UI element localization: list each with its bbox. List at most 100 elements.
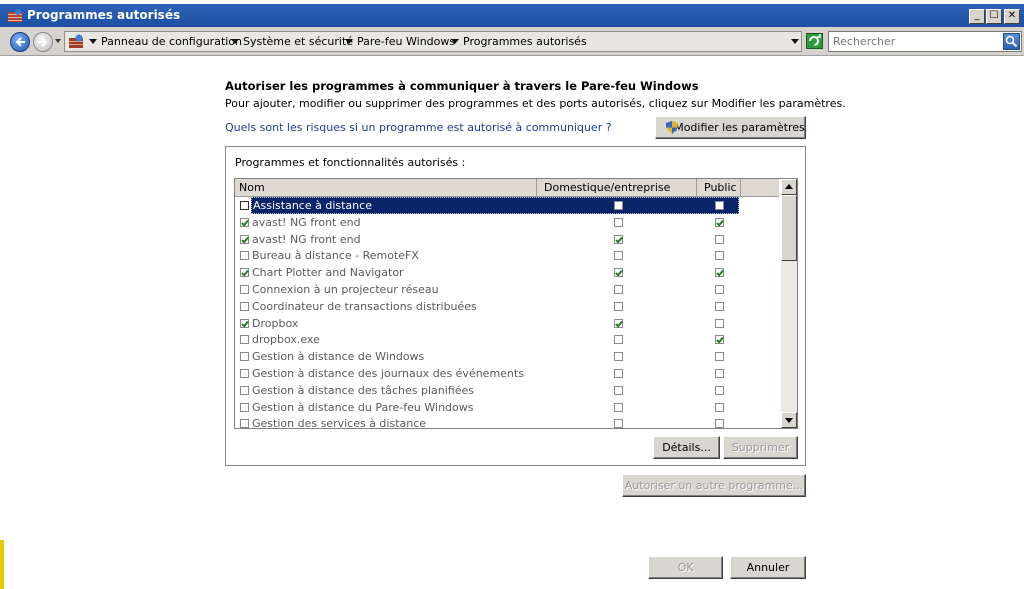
public-checkbox[interactable] xyxy=(715,217,724,227)
column-private-header[interactable]: Domestique/entreprise (privé) xyxy=(537,179,697,211)
forward-button[interactable] xyxy=(33,32,53,52)
public-checkbox[interactable] xyxy=(715,301,724,311)
address-dropdown-icon[interactable] xyxy=(791,39,799,44)
program-enabled-checkbox[interactable] xyxy=(240,217,249,227)
breadcrumb: Panneau de configuration Système et sécu… xyxy=(64,31,802,52)
program-enabled-checkbox[interactable] xyxy=(240,419,249,428)
public-checkbox[interactable] xyxy=(715,352,724,362)
search-input[interactable] xyxy=(833,34,993,49)
page-description: Pour ajouter, modifier ou supprimer des … xyxy=(225,97,846,110)
private-checkbox[interactable] xyxy=(614,419,623,428)
programs-list: Nom Domestique/entreprise (privé) Public… xyxy=(234,178,798,429)
modify-settings-button[interactable]: Modifier les paramètres xyxy=(655,116,806,139)
private-checkbox[interactable] xyxy=(614,369,623,378)
private-checkbox[interactable] xyxy=(614,385,623,395)
arrow-right-icon xyxy=(38,37,48,47)
private-checkbox[interactable] xyxy=(614,301,623,311)
search-button[interactable] xyxy=(1003,33,1020,50)
program-row[interactable]: Gestion à distance des journaux des évén… xyxy=(235,365,781,382)
private-checkbox[interactable] xyxy=(614,285,623,294)
private-checkbox[interactable] xyxy=(614,201,623,210)
program-row[interactable]: avast! NG front end xyxy=(235,214,781,231)
column-name-header[interactable]: Nom xyxy=(235,179,537,197)
program-row[interactable]: Assistance à distance xyxy=(235,197,781,214)
program-enabled-checkbox[interactable] xyxy=(240,335,249,345)
breadcrumb-firewall[interactable]: Pare-feu Windows xyxy=(357,35,455,48)
scroll-thumb[interactable] xyxy=(781,195,797,261)
public-checkbox[interactable] xyxy=(715,234,724,244)
breadcrumb-arrow-icon[interactable] xyxy=(89,39,97,44)
column-public-header[interactable]: Public xyxy=(697,179,741,197)
breadcrumb-control-panel[interactable]: Panneau de configuration xyxy=(101,35,242,48)
program-enabled-checkbox[interactable] xyxy=(240,402,249,412)
program-row[interactable]: Coordinateur de transactions distribuées xyxy=(235,298,781,315)
private-checkbox[interactable] xyxy=(614,352,623,362)
breadcrumb-arrow-icon[interactable] xyxy=(345,39,353,44)
private-checkbox[interactable] xyxy=(614,251,623,261)
program-enabled-checkbox[interactable] xyxy=(240,318,249,328)
program-name: Chart Plotter and Navigator xyxy=(252,266,404,280)
close-button[interactable]: ✕ xyxy=(1004,9,1020,24)
allow-other-program-button[interactable]: Autoriser un autre programme... xyxy=(622,474,806,497)
back-button[interactable] xyxy=(10,32,30,52)
public-checkbox[interactable] xyxy=(715,335,724,345)
program-row[interactable]: Connexion à un projecteur réseau xyxy=(235,281,781,298)
private-checkbox[interactable] xyxy=(614,217,623,227)
public-checkbox[interactable] xyxy=(715,402,724,412)
address-bar: Panneau de configuration Système et sécu… xyxy=(0,27,1024,56)
public-checkbox[interactable] xyxy=(715,201,724,210)
maximize-button[interactable]: ☐ xyxy=(986,9,1002,24)
program-row[interactable]: dropbox.exe xyxy=(235,331,781,348)
cancel-button[interactable]: Annuler xyxy=(730,556,806,579)
refresh-icon xyxy=(809,34,821,46)
program-enabled-checkbox[interactable] xyxy=(240,352,249,362)
program-enabled-checkbox[interactable] xyxy=(240,301,249,311)
remove-button[interactable]: Supprimer xyxy=(723,436,798,459)
program-name: Connexion à un projecteur réseau xyxy=(252,283,439,296)
program-enabled-checkbox[interactable] xyxy=(240,234,249,244)
private-checkbox[interactable] xyxy=(614,402,623,412)
history-dropdown-icon[interactable] xyxy=(55,39,61,43)
details-button[interactable]: Détails... xyxy=(653,436,720,459)
private-checkbox[interactable] xyxy=(614,268,623,278)
program-row[interactable]: Bureau à distance - RemoteFX xyxy=(235,247,781,264)
private-checkbox[interactable] xyxy=(614,318,623,328)
program-enabled-checkbox[interactable] xyxy=(240,285,249,294)
breadcrumb-arrow-icon[interactable] xyxy=(451,39,459,44)
program-enabled-checkbox[interactable] xyxy=(240,268,249,278)
private-checkbox[interactable] xyxy=(614,234,623,244)
program-enabled-checkbox[interactable] xyxy=(240,251,249,261)
public-checkbox[interactable] xyxy=(715,268,724,278)
program-row[interactable]: avast! NG front end xyxy=(235,231,781,248)
refresh-button[interactable] xyxy=(806,33,823,49)
public-checkbox[interactable] xyxy=(715,369,724,378)
public-checkbox[interactable] xyxy=(715,318,724,328)
program-row[interactable]: Dropbox xyxy=(235,315,781,332)
public-checkbox[interactable] xyxy=(715,251,724,261)
program-row[interactable]: Gestion à distance de Windows xyxy=(235,348,781,365)
public-checkbox[interactable] xyxy=(715,285,724,294)
ok-button[interactable]: OK xyxy=(648,556,723,579)
risk-help-link[interactable]: Quels sont les risques si un programme e… xyxy=(225,121,612,134)
program-name: Gestion à distance de Windows xyxy=(252,350,425,364)
program-enabled-checkbox[interactable] xyxy=(240,201,249,210)
program-name: Gestion à distance du Pare-feu Windows xyxy=(252,400,474,414)
list-header: Nom Domestique/entreprise (privé) Public xyxy=(235,179,779,211)
scroll-up-button[interactable] xyxy=(781,179,797,195)
breadcrumb-system-security[interactable]: Système et sécurité xyxy=(243,35,353,48)
program-row[interactable]: Gestion à distance des tâches planifiées xyxy=(235,382,781,399)
public-checkbox[interactable] xyxy=(715,419,724,428)
scroll-down-button[interactable] xyxy=(781,412,797,428)
breadcrumb-allowed-programs[interactable]: Programmes autorisés xyxy=(463,35,587,48)
private-checkbox[interactable] xyxy=(614,335,623,345)
minimize-button[interactable]: _ xyxy=(969,9,985,24)
program-row[interactable]: Chart Plotter and Navigator xyxy=(235,264,781,281)
program-row[interactable]: Gestion des services à distance xyxy=(235,415,781,428)
breadcrumb-arrow-icon[interactable] xyxy=(231,39,239,44)
program-enabled-checkbox[interactable] xyxy=(240,369,249,378)
program-row[interactable]: Gestion à distance du Pare-feu Windows xyxy=(235,399,781,416)
program-enabled-checkbox[interactable] xyxy=(240,385,249,395)
vertical-scrollbar[interactable] xyxy=(781,179,797,428)
public-checkbox[interactable] xyxy=(715,385,724,395)
allowed-programs-group: Programmes et fonctionnalités autorisés … xyxy=(225,146,806,466)
